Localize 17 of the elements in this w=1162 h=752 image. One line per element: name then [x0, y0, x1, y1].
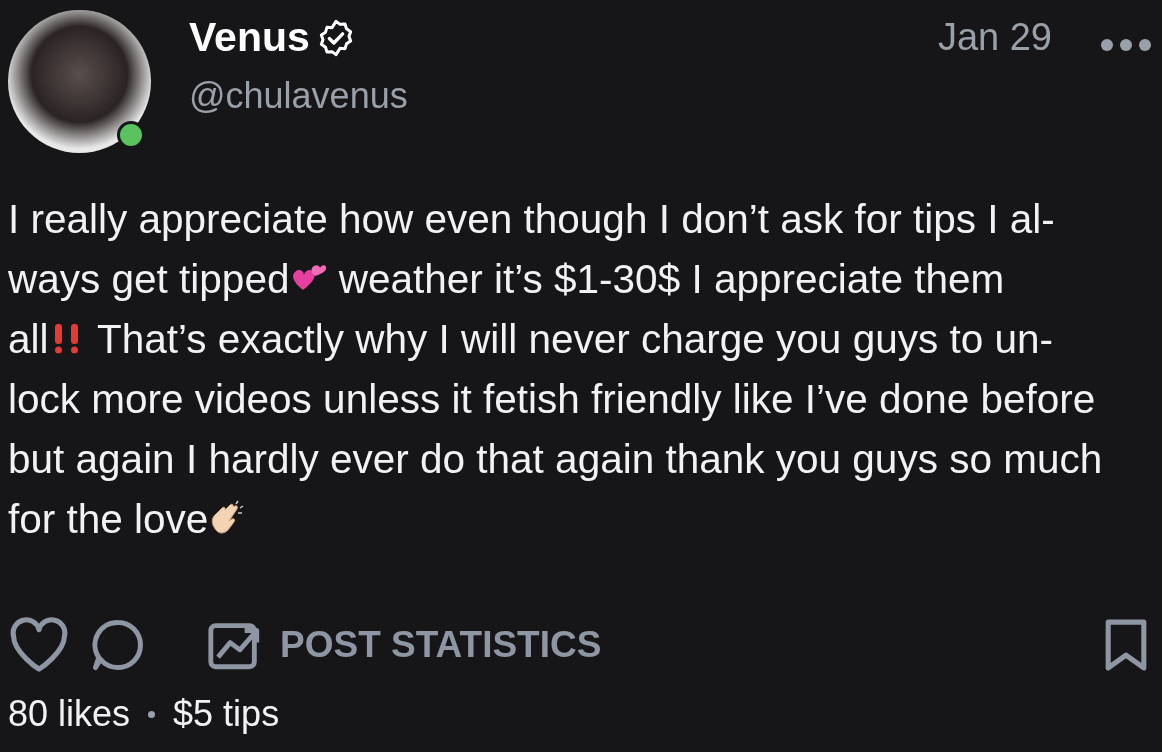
like-heart-icon[interactable]: [8, 617, 70, 673]
text-line: but again I hardly ever do that again thank you guys so much: [8, 435, 1103, 484]
post-statistics-button[interactable]: POST STATISTICS: [206, 618, 602, 672]
text-line: lock more videos unless it fetish friendly like I’ve done before: [8, 375, 1096, 424]
likes-count[interactable]: 80 likes: [8, 693, 131, 735]
author-name[interactable]: Venus: [189, 14, 310, 61]
text-line: all: [8, 315, 49, 364]
author-handle[interactable]: @chulavenus: [189, 75, 938, 117]
separator-dot: [148, 710, 156, 718]
text-line: weather it’s $1-30$ I appreciate them: [337, 255, 1005, 304]
post-date: Jan 29: [937, 16, 1052, 59]
text-line: ways get tipped: [8, 255, 290, 304]
text-line: I really appreciate how even though I don’t ask for tips I al-: [8, 195, 1055, 244]
more-options-icon[interactable]: [1100, 38, 1152, 52]
tips-count[interactable]: $5 tips: [173, 693, 280, 735]
text-line: That’s exactly why I will never charge you guys to un-: [96, 315, 1053, 364]
text-line: for the love: [8, 495, 209, 544]
